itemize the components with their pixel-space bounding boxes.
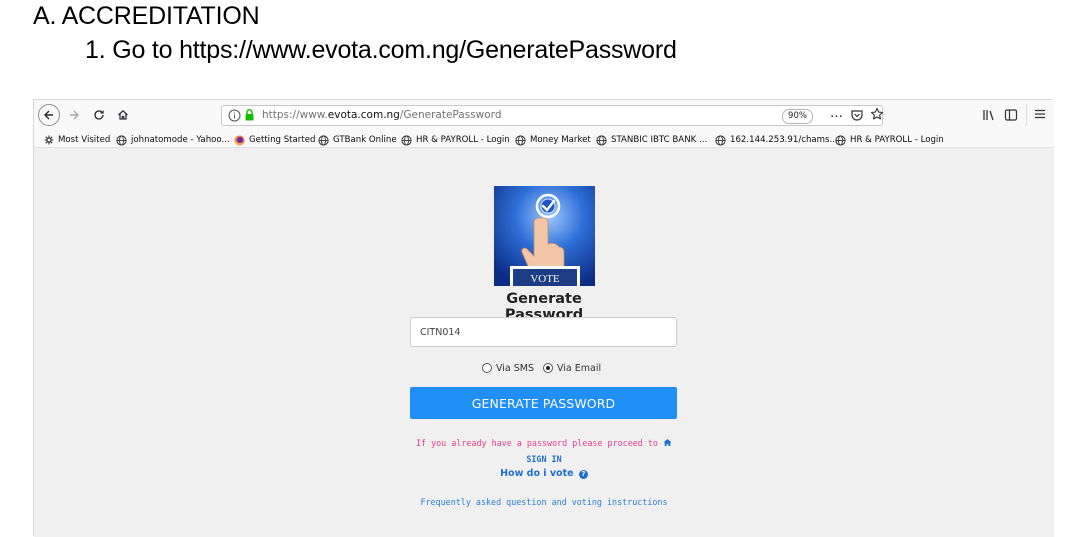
bookmark-stanbic[interactable]: STANBIC IBTC BANK ... [596, 133, 707, 147]
url-domain: evota.com.ng [327, 109, 400, 121]
arrow-right-icon [70, 110, 79, 120]
back-button[interactable] [38, 104, 60, 126]
radio-circle-email[interactable] [543, 363, 553, 373]
bookmark-yahoo[interactable]: johnatomode - Yahoo... [116, 133, 230, 147]
generate-password-button[interactable]: GENERATE PASSWORD [410, 387, 677, 419]
via-email-option[interactable]: Via Email [543, 361, 601, 375]
document-heading: A. ACCREDITATION [33, 2, 260, 30]
globe-icon [515, 134, 526, 146]
bookmark-label: 162.144.253.91/chams... [730, 135, 838, 145]
question-icon: ? [578, 470, 588, 479]
signin-prompt-text: If you already have a password please pr… [415, 438, 658, 448]
reload-button[interactable] [89, 104, 109, 126]
arrow-left-icon [44, 110, 53, 120]
bookmarks-toolbar: Most Visited johnatomode - Yahoo... Gett… [34, 130, 1054, 148]
bookmark-star-icon[interactable] [870, 107, 884, 121]
sidebar-icon[interactable] [1004, 108, 1018, 122]
bookmark-getting-started[interactable]: Getting Started [234, 133, 315, 147]
home-button[interactable] [113, 104, 133, 126]
bookmark-label: HR & PAYROLL - Login [416, 135, 510, 145]
radio-circle-sms[interactable] [482, 363, 492, 373]
evota-vote-logo: VOTE [494, 186, 595, 286]
reload-icon [94, 110, 104, 120]
logo-caption: VOTE [530, 273, 560, 285]
bookmark-money-market[interactable]: Money Market [515, 133, 591, 147]
gear-icon [44, 135, 54, 145]
address-bar[interactable]: https://www.evota.com.ng/GeneratePasswor… [221, 105, 884, 126]
via-email-label: Via Email [557, 362, 602, 374]
info-icon[interactable] [228, 109, 241, 122]
bookmark-label: GTBank Online [333, 135, 397, 145]
how-to-vote-link[interactable]: How do i vote ? [474, 468, 614, 479]
bookmark-hr-payroll[interactable]: HR & PAYROLL - Login [401, 133, 510, 147]
home-icon [118, 109, 128, 120]
signin-prompt: If you already have a password please pr… [344, 438, 744, 448]
page-content: VOTE Generate Password Via SMS Via Email… [34, 148, 1054, 537]
bookmark-label: Money Market [530, 135, 591, 145]
url-path: /GeneratePassword [399, 109, 502, 121]
forward-button[interactable] [64, 104, 84, 126]
browser-window: https://www.evota.com.ng/GeneratePasswor… [33, 99, 1054, 537]
faq-link[interactable]: Frequently asked question and voting ins… [364, 497, 724, 507]
bookmark-label: HR & PAYROLL - Login [850, 135, 944, 145]
bookmark-label: Getting Started [249, 135, 316, 145]
page-actions-icon[interactable]: … [830, 107, 844, 123]
hamburger-menu-icon[interactable] [1034, 108, 1046, 120]
document-step: 1. Go to https://www.evota.com.ng/Genera… [85, 36, 677, 64]
user-id-field[interactable] [410, 317, 677, 347]
sign-in-link[interactable]: SIGN IN [494, 454, 594, 464]
url-prefix: https://www. [262, 109, 328, 121]
toolbar-divider [1026, 104, 1027, 126]
zoom-indicator[interactable]: 90% [782, 109, 813, 124]
firefox-icon [234, 135, 245, 145]
bookmark-label: Most Visited [58, 135, 111, 145]
url-text[interactable]: https://www.evota.com.ng/GeneratePasswor… [262, 109, 501, 121]
via-sms-label: Via SMS [496, 362, 535, 374]
bookmark-hr-payroll-2[interactable]: HR & PAYROLL - Login [835, 133, 944, 147]
library-icon[interactable] [982, 108, 996, 122]
bookmark-gtbank[interactable]: GTBank Online [318, 133, 397, 147]
globe-icon [401, 134, 412, 146]
bookmark-chams[interactable]: 162.144.253.91/chams... [715, 133, 838, 147]
bookmark-most-visited[interactable]: Most Visited [44, 133, 110, 147]
bookmark-label: johnatomode - Yahoo... [131, 135, 230, 145]
globe-icon [318, 134, 329, 146]
globe-icon [715, 134, 726, 146]
how-to-vote-label: How do i vote [500, 468, 574, 479]
home-icon[interactable] [663, 438, 672, 447]
pocket-icon[interactable] [850, 108, 864, 122]
globe-icon [116, 134, 127, 146]
via-sms-option[interactable]: Via SMS [482, 361, 534, 375]
lock-icon[interactable] [244, 108, 255, 122]
browser-toolbar: https://www.evota.com.ng/GeneratePasswor… [34, 100, 1054, 130]
globe-icon [596, 134, 607, 146]
globe-icon [835, 134, 846, 146]
bookmark-label: STANBIC IBTC BANK ... [611, 135, 708, 145]
